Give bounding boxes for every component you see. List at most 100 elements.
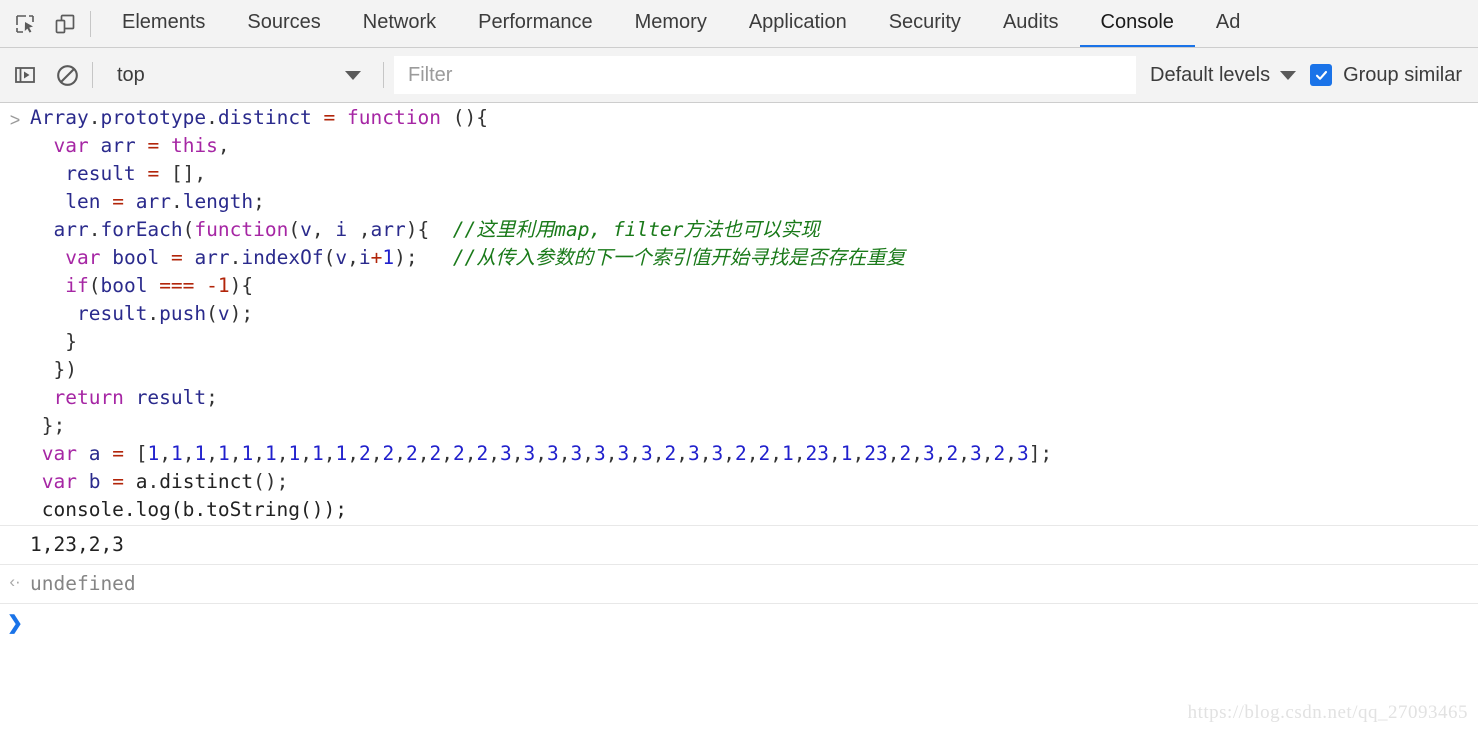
tab-performance[interactable]: Performance <box>457 0 614 47</box>
code-token: . <box>147 302 160 325</box>
code-token: ( <box>88 274 101 297</box>
code-token: 2 <box>452 442 465 465</box>
code-token: var <box>53 134 89 157</box>
code-line: var bool = arr.indexOf(v,i+1); //从传入参数的下… <box>30 244 1470 272</box>
code-token: push <box>159 302 207 325</box>
code-token: length <box>182 190 254 213</box>
clear-console-icon[interactable] <box>52 60 82 90</box>
code-token: 2 <box>734 442 747 465</box>
console-result-text: undefined <box>30 572 136 595</box>
code-token: , <box>206 442 218 465</box>
code-token: 3 <box>711 442 724 465</box>
tab-network[interactable]: Network <box>342 0 457 47</box>
code-token: } <box>30 330 77 353</box>
execution-context-select[interactable]: top <box>103 58 373 92</box>
tab-sources[interactable]: Sources <box>226 0 341 47</box>
code-token: , <box>535 442 547 465</box>
code-token: var <box>65 246 101 269</box>
code-token: , <box>347 442 359 465</box>
console-prompt-row[interactable]: ❯ <box>0 603 1478 639</box>
code-token: 1 <box>264 442 277 465</box>
code-token: , <box>311 218 336 241</box>
code-line: result = [], <box>30 160 1470 188</box>
code-token: , <box>1005 442 1017 465</box>
device-toolbar-icon[interactable] <box>50 9 80 39</box>
code-token: function <box>194 218 289 241</box>
code-token: , <box>582 442 594 465</box>
code-token: result <box>76 302 148 325</box>
tab-console[interactable]: Console <box>1079 0 1195 47</box>
tab-label: Application <box>748 10 847 33</box>
filter-input[interactable] <box>394 56 1137 94</box>
code-token: Array <box>30 106 89 129</box>
code-token: 2 <box>993 442 1006 465</box>
code-token: , <box>770 442 782 465</box>
code-token: . <box>229 246 242 269</box>
code-token: = <box>147 162 160 185</box>
group-similar-toggle[interactable]: Group similar <box>1310 64 1478 87</box>
code-token: , <box>828 442 841 465</box>
code-line: }) <box>30 356 1470 384</box>
code-token: var <box>41 442 77 465</box>
log-levels-dropdown[interactable]: Default levels <box>1150 64 1310 87</box>
input-prompt-icon: > <box>9 110 21 130</box>
code-token: i <box>358 246 371 269</box>
tab-memory[interactable]: Memory <box>614 0 728 47</box>
code-line: if(bool === -1){ <box>30 272 1470 300</box>
code-token: , <box>276 442 289 465</box>
code-token: ]; <box>1028 442 1053 465</box>
code-token: 3 <box>617 442 630 465</box>
console-input-code: Array.prototype.distinct = function (){ … <box>30 104 1478 524</box>
code-token: function <box>347 106 441 129</box>
code-token: [ <box>123 442 148 465</box>
code-token: }) <box>30 358 77 381</box>
code-token: -1 <box>206 274 230 297</box>
tab-ad[interactable]: Ad <box>1195 0 1261 47</box>
console-input-message[interactable]: > Array.prototype.distinct = function ()… <box>0 103 1478 525</box>
code-token: 3 <box>523 442 536 465</box>
code-token: 1 <box>217 442 230 465</box>
code-token: 2 <box>429 442 442 465</box>
code-token: 2 <box>758 442 771 465</box>
code-token: 2 <box>476 442 489 465</box>
code-token: 1 <box>382 246 395 269</box>
console-messages-pane[interactable]: > Array.prototype.distinct = function ()… <box>0 103 1478 732</box>
code-token: = <box>147 134 160 157</box>
tab-application[interactable]: Application <box>728 0 868 47</box>
code-token: , <box>887 442 900 465</box>
toolbar-divider <box>90 10 91 37</box>
code-token: = <box>170 246 183 269</box>
code-line: console.log(b.toString()); <box>30 496 1470 524</box>
tab-audits[interactable]: Audits <box>982 0 1080 47</box>
code-token: arr <box>53 218 89 241</box>
code-token: , <box>934 442 947 465</box>
code-token: a <box>88 442 101 465</box>
watermark-text: https://blog.csdn.net/qq_27093465 <box>1187 702 1468 723</box>
inspect-element-icon[interactable] <box>10 9 40 39</box>
code-token: bool <box>112 246 160 269</box>
tab-security[interactable]: Security <box>868 0 982 47</box>
group-similar-checkbox[interactable] <box>1310 64 1333 86</box>
tab-elements[interactable]: Elements <box>101 0 226 47</box>
code-token: , <box>981 442 994 465</box>
code-line: arr.forEach(function(v, i ,arr){ //这里利用m… <box>30 216 1470 244</box>
code-token: = <box>112 190 124 213</box>
show-console-sidebar-icon[interactable] <box>10 60 40 90</box>
code-token: === <box>159 274 195 297</box>
code-token: ); <box>229 302 254 325</box>
code-token: , <box>182 442 195 465</box>
code-token: (); <box>253 470 289 493</box>
code-token: ( <box>323 246 336 269</box>
code-token: ( <box>206 302 218 325</box>
code-token: 3 <box>640 442 653 465</box>
code-token: console.log(b.toString()); <box>30 498 347 521</box>
